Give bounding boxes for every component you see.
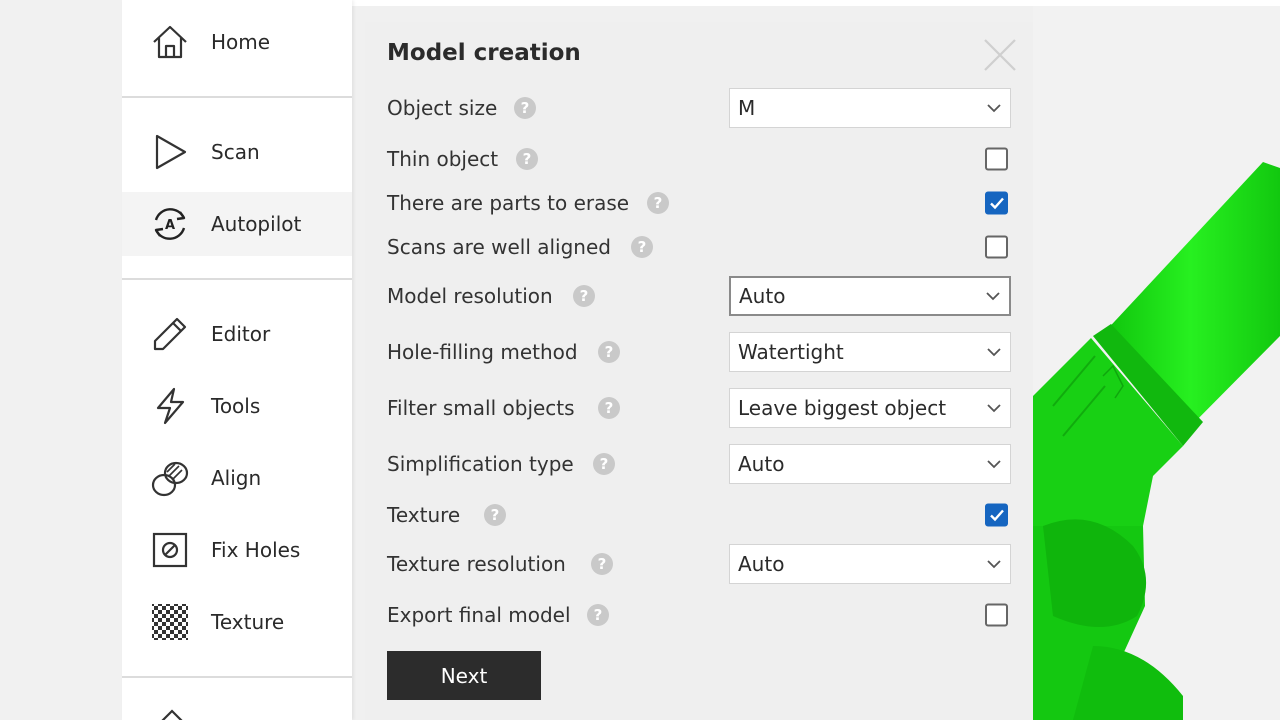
sidebar-item-label: Autopilot (211, 212, 302, 236)
model-resolution-value: Auto (739, 284, 786, 308)
checkmark-icon (989, 509, 1004, 521)
help-icon[interactable]: ? (484, 504, 506, 526)
simplification-select[interactable]: Auto (729, 444, 1011, 484)
close-icon[interactable] (981, 36, 1019, 74)
chevron-down-icon (987, 404, 1001, 413)
help-icon[interactable]: ? (647, 192, 669, 214)
panel-title: Model creation (387, 40, 581, 66)
model-creation-panel: Model creation Object size ? M Thin obje… (365, 22, 1033, 720)
thin-object-checkbox[interactable] (985, 147, 1008, 171)
sidebar-item-editor[interactable]: Editor (122, 302, 352, 366)
checker-icon (148, 600, 192, 644)
chevron-down-icon (987, 460, 1001, 469)
row-texture: Texture ? (365, 495, 1033, 535)
sidebar-divider (122, 278, 352, 280)
export-final-checkbox[interactable] (985, 603, 1008, 627)
thin-object-label: Thin object (387, 147, 499, 171)
sidebar-item-tools[interactable]: Tools (122, 374, 352, 438)
lightning-icon (148, 384, 192, 428)
sidebar-item-home[interactable]: Home (122, 10, 352, 74)
sidebar-item-label: Texture (211, 610, 285, 634)
sidebar-item-label: Tools (211, 394, 261, 418)
help-icon[interactable]: ? (587, 604, 609, 626)
object-size-select[interactable]: M (729, 88, 1011, 128)
row-filter-small: Filter small objects ? Leave biggest obj… (365, 388, 1033, 428)
texture-label: Texture (387, 503, 461, 527)
filter-small-select[interactable]: Leave biggest object (729, 388, 1011, 428)
fix-holes-icon (148, 528, 192, 572)
sidebar-item-label: Editor (211, 322, 271, 346)
texture-resolution-label: Texture resolution (387, 552, 566, 576)
filter-small-value: Leave biggest object (738, 396, 947, 420)
help-icon[interactable]: ? (573, 285, 595, 307)
left-gutter (0, 0, 122, 720)
model-resolution-select[interactable]: Auto (729, 276, 1011, 316)
help-icon[interactable]: ? (598, 341, 620, 363)
row-simplification: Simplification type ? Auto (365, 444, 1033, 484)
row-model-resolution: Model resolution ? Auto (365, 276, 1033, 316)
row-object-size: Object size ? M (365, 88, 1033, 128)
sidebar: Home Scan A Autopilot Editor Tools Align… (122, 0, 352, 720)
row-texture-resolution: Texture resolution ? Auto (365, 544, 1033, 584)
chevron-down-icon (987, 104, 1001, 113)
scanned-model-mesh[interactable] (1033, 6, 1280, 720)
help-icon[interactable]: ? (591, 553, 613, 575)
row-parts-to-erase: There are parts to erase ? (365, 183, 1033, 223)
home-icon (148, 20, 192, 64)
svg-text:A: A (165, 218, 175, 233)
help-icon[interactable]: ? (598, 397, 620, 419)
help-icon[interactable]: ? (593, 453, 615, 475)
sidebar-item-align[interactable]: Align (122, 446, 352, 510)
autopilot-icon: A (148, 202, 192, 246)
help-icon[interactable]: ? (631, 236, 653, 258)
sidebar-item-label: Scan (211, 140, 260, 164)
sidebar-item-fix-holes[interactable]: Fix Holes (122, 518, 352, 582)
scans-aligned-label: Scans are well aligned (387, 235, 611, 259)
scans-aligned-checkbox[interactable] (985, 235, 1008, 259)
sidebar-item-label: Align (211, 466, 262, 490)
next-button[interactable]: Next (387, 651, 541, 700)
hole-filling-value: Watertight (738, 340, 844, 364)
row-thin-object: Thin object ? (365, 139, 1033, 179)
hole-filling-select[interactable]: Watertight (729, 332, 1011, 372)
object-size-label: Object size (387, 96, 498, 120)
help-icon[interactable]: ? (516, 148, 538, 170)
sidebar-item-autopilot[interactable]: A Autopilot (122, 192, 352, 256)
align-icon (148, 456, 192, 500)
checkmark-icon (989, 197, 1004, 209)
3d-viewport[interactable] (1033, 6, 1280, 720)
sidebar-item-label: Home (211, 30, 271, 54)
object-size-value: M (738, 96, 756, 120)
sidebar-divider (122, 676, 352, 678)
sidebar-divider (122, 96, 352, 98)
texture-checkbox[interactable] (985, 503, 1008, 527)
row-scans-aligned: Scans are well aligned ? (365, 227, 1033, 267)
sidebar-item-scan[interactable]: Scan (122, 120, 352, 184)
hole-filling-label: Hole-filling method (387, 340, 578, 364)
simplification-label: Simplification type (387, 452, 574, 476)
simplification-value: Auto (738, 452, 785, 476)
chevron-down-icon (986, 292, 1000, 301)
chevron-down-icon (987, 560, 1001, 569)
sidebar-item-label: Fix Holes (211, 538, 301, 562)
texture-resolution-select[interactable]: Auto (729, 544, 1011, 584)
row-export-final: Export final model ? (365, 595, 1033, 635)
pencil-icon (148, 312, 192, 356)
play-icon (148, 130, 192, 174)
parts-to-erase-checkbox[interactable] (985, 191, 1008, 215)
texture-resolution-value: Auto (738, 552, 785, 576)
row-hole-filling: Hole-filling method ? Watertight (365, 332, 1033, 372)
filter-small-label: Filter small objects (387, 396, 575, 420)
sidebar-more-icon[interactable] (160, 706, 184, 720)
model-resolution-label: Model resolution (387, 284, 553, 308)
export-final-label: Export final model (387, 603, 571, 627)
chevron-down-icon (987, 348, 1001, 357)
parts-to-erase-label: There are parts to erase (387, 191, 630, 215)
sidebar-item-texture[interactable]: Texture (122, 590, 352, 654)
help-icon[interactable]: ? (514, 97, 536, 119)
